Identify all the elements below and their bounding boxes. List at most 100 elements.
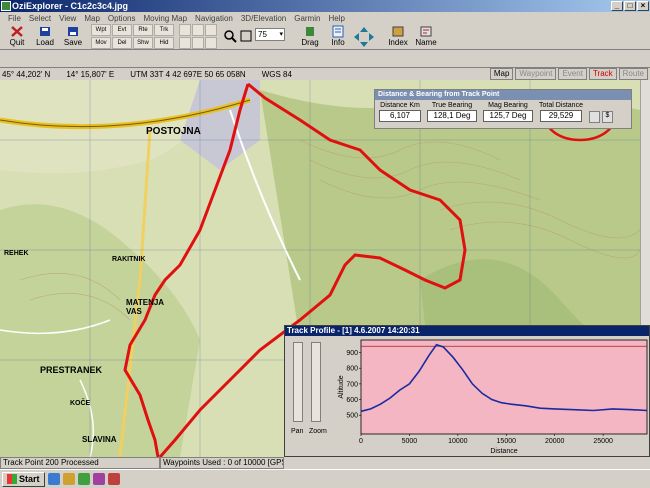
map-view-button[interactable]: Map — [489, 68, 514, 80]
start-button[interactable]: Start — [2, 471, 45, 487]
map-tool-6[interactable] — [205, 37, 217, 49]
close-button[interactable]: × — [637, 1, 649, 11]
y-tick-label: 600 — [346, 397, 358, 404]
name-icon — [420, 26, 432, 37]
folder-icon[interactable] — [62, 473, 75, 485]
info-button[interactable]: Info — [325, 24, 351, 49]
town-label-postojna: POSTOJNA — [146, 126, 201, 137]
total-distance-value: 29,529 — [539, 110, 582, 122]
menu-file[interactable]: File — [8, 14, 21, 23]
y-tick-label: 900 — [346, 350, 358, 357]
menu-map[interactable]: Map — [84, 14, 100, 23]
y-tick-label: 800 — [346, 366, 358, 373]
mag-bearing-label: Mag Bearing — [488, 102, 528, 109]
map-tool-1[interactable] — [179, 24, 191, 36]
maximize-button[interactable]: □ — [624, 1, 636, 11]
quit-label: Quit — [9, 38, 25, 47]
status-mid: Waypoints Used : 0 of 10000 [GPS:500] — [160, 457, 284, 469]
drag-button[interactable]: Drag — [297, 24, 323, 49]
track-view-button[interactable]: Track — [588, 68, 617, 80]
tool-4[interactable]: Trk — [154, 24, 174, 36]
pencil-button[interactable] — [588, 111, 600, 123]
tool-7[interactable]: Shw — [133, 37, 153, 49]
menu-moving-map[interactable]: Moving Map — [143, 14, 187, 23]
pan-slider[interactable] — [293, 342, 303, 422]
drag-label: Drag — [301, 38, 319, 47]
map-tool-3[interactable] — [205, 24, 217, 36]
zoom-icon[interactable] — [239, 29, 253, 43]
index-button[interactable]: Index — [385, 24, 411, 49]
tool-8[interactable]: Hid — [154, 37, 174, 49]
distance-bearing-panel: Distance & Bearing from Track Point Dist… — [374, 89, 632, 129]
town-label-slavina: SLAVINA — [82, 435, 117, 444]
total-distance-field: Total Distance 29,529 — [539, 102, 583, 123]
total-distance-label: Total Distance — [539, 102, 583, 109]
tool-5[interactable]: Mov — [91, 37, 111, 49]
track-tools: Wpt Evt Rte Trk Mov Del Shw Hid — [91, 24, 174, 49]
zoom-select[interactable]: 75 — [255, 28, 285, 41]
quit-icon — [11, 26, 23, 37]
town-label-prestranek: PRESTRANEK — [40, 365, 103, 375]
map-tool-2[interactable] — [192, 24, 204, 36]
true-bearing-label: True Bearing — [431, 102, 473, 109]
load-label: Load — [36, 38, 54, 47]
map-tool-4[interactable] — [179, 37, 191, 49]
minimize-button[interactable]: _ — [611, 1, 623, 11]
distance-panel-title: Distance & Bearing from Track Point — [375, 90, 631, 100]
town-label-rehek: REHEK — [4, 250, 29, 257]
datum-readout: WGS 84 — [261, 69, 292, 79]
menu-garmin[interactable]: Garmin — [294, 14, 320, 23]
menu-3d-elevation[interactable]: 3D/Elevation — [241, 14, 286, 23]
zoom-slider[interactable] — [311, 342, 321, 422]
elevation-chart: 500 600 700 800 900 0 5000 10000 15000 20000 25000… — [338, 339, 648, 455]
menu-select[interactable]: Select — [29, 14, 51, 23]
mag-bearing-field: Mag Bearing 125,7 Deg — [483, 102, 533, 123]
app-icon — [1, 1, 11, 11]
x-tick-label: 0 — [359, 438, 363, 445]
tool-1[interactable]: Wpt — [91, 24, 111, 36]
start-label: Start — [19, 474, 40, 484]
x-tick-label: 20000 — [545, 438, 565, 445]
distance-value: 6,107 — [379, 110, 421, 122]
save-button[interactable]: Save — [60, 24, 86, 49]
tool-6[interactable]: Del — [112, 37, 132, 49]
ie-icon[interactable] — [47, 473, 60, 485]
search-icon[interactable] — [223, 29, 237, 43]
y-axis-label: Altitude — [338, 375, 345, 398]
waypoint-view-button[interactable]: Waypoint — [515, 68, 557, 80]
map-tool-5[interactable] — [192, 37, 204, 49]
load-button[interactable]: Load — [32, 24, 58, 49]
status-left: Track Point 200 Processed — [0, 457, 160, 469]
menu-options[interactable]: Options — [108, 14, 136, 23]
menu-navigation[interactable]: Navigation — [195, 14, 233, 23]
x-tick-label: 5000 — [402, 438, 418, 445]
app-quick-icon[interactable] — [77, 473, 90, 485]
coordinate-bar: 45° 44,202' N 14° 15,807' E UTM 33T 4 42… — [0, 67, 650, 80]
x-tick-label: 25000 — [593, 438, 613, 445]
tool-3[interactable]: Rte — [133, 24, 153, 36]
tool-2[interactable]: Evt — [112, 24, 132, 36]
save-label: Save — [63, 38, 83, 47]
true-bearing-field: True Bearing 128,1 Deg — [427, 102, 477, 123]
taskbar: Start — [0, 469, 650, 488]
pan-label: Pan — [291, 428, 304, 435]
route-view-button[interactable]: Route — [618, 68, 648, 80]
quit-button[interactable]: Quit — [4, 24, 30, 49]
tool-quick-icon[interactable] — [107, 473, 120, 485]
utm-readout: UTM 33T 4 42 697E 50 65 058N — [130, 69, 246, 79]
x-axis-label: Distance — [490, 448, 517, 455]
drag-icon — [306, 27, 314, 36]
dollar-button[interactable]: $ — [601, 111, 613, 123]
windows-icon — [7, 474, 17, 484]
distance-field: Distance Km 6,107 — [379, 102, 421, 123]
name-button[interactable]: Name — [413, 24, 439, 49]
menu-view[interactable]: View — [59, 14, 76, 23]
menu-help[interactable]: Help — [328, 14, 344, 23]
event-view-button[interactable]: Event — [558, 68, 587, 80]
town-label-rakitnik: RAKITNIK — [112, 256, 146, 263]
y-tick-label: 500 — [346, 413, 358, 420]
zoom-label: Zoom — [309, 428, 327, 435]
media-icon[interactable] — [92, 473, 105, 485]
mag-bearing-value: 125,7 Deg — [483, 110, 533, 122]
pan-arrows-icon[interactable] — [353, 26, 375, 48]
